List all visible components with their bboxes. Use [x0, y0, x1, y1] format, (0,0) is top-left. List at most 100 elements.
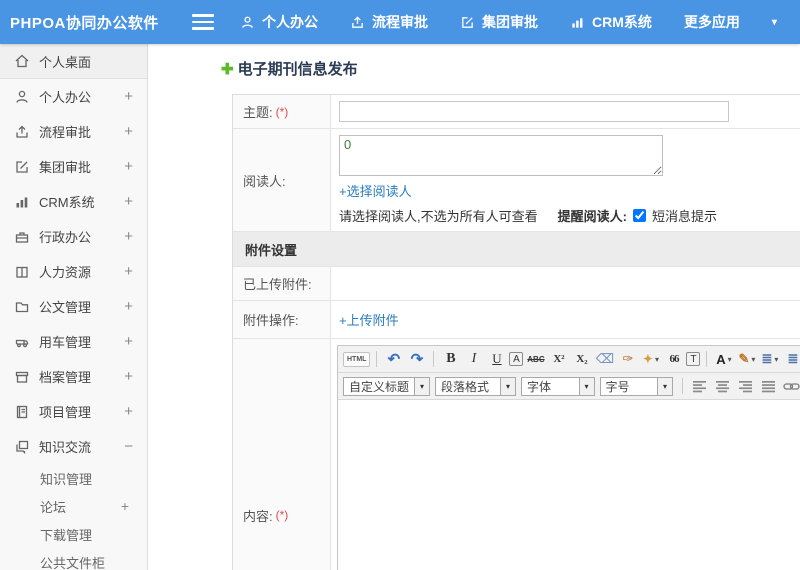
- paste-plain-button[interactable]: T: [686, 352, 701, 366]
- align-center-button[interactable]: [712, 376, 733, 396]
- uploaded-attachments-value: [331, 267, 800, 300]
- readers-hint: 请选择阅读人,不选为所有人可查看: [339, 209, 538, 224]
- sidebar-item-desktop[interactable]: 个人桌面: [0, 44, 147, 79]
- chevron-down-icon: ▾: [578, 377, 594, 395]
- toolbar-separator: [706, 351, 708, 367]
- highlight-color-button[interactable]: ✎ ▾: [736, 349, 757, 369]
- top-nav: 个人办公 流程审批 集团审批 CRM系统 更多应用 ▾: [240, 12, 777, 32]
- select-readers-link[interactable]: +选择阅读人: [339, 184, 412, 199]
- font-style-button[interactable]: A: [509, 352, 524, 366]
- superscript-button[interactable]: X²: [548, 349, 569, 369]
- folder-icon: [14, 299, 30, 315]
- nav-personal-office[interactable]: 个人办公: [240, 12, 318, 32]
- plus-icon: ✚: [221, 60, 234, 78]
- expand-icon[interactable]: +: [124, 88, 133, 105]
- unordered-list-button[interactable]: ≣: [782, 349, 800, 369]
- sms-remind-checkbox[interactable]: [632, 209, 646, 222]
- auto-typeset-button[interactable]: ✦ ▾: [640, 349, 661, 369]
- ordered-list-button[interactable]: ≣ ▾: [759, 349, 780, 369]
- sidebar-item-project-mgmt[interactable]: 项目管理 +: [0, 394, 147, 429]
- chevron-down-icon: ▾: [654, 354, 659, 364]
- sidebar-item-document-mgmt[interactable]: 公文管理 +: [0, 289, 147, 324]
- remove-format-button[interactable]: ⌫: [594, 349, 615, 369]
- sidebar-item-workflow-approval[interactable]: 流程审批 +: [0, 114, 147, 149]
- remind-readers-label: 提醒阅读人:: [557, 209, 627, 224]
- font-size-select[interactable]: 字号 ▾: [599, 376, 673, 396]
- upload-attachment-link[interactable]: +上传附件: [339, 310, 800, 329]
- strikethrough-button[interactable]: ABC: [525, 349, 546, 369]
- font-family-select[interactable]: 字体 ▾: [521, 376, 595, 396]
- chevron-down-icon: ▾: [751, 354, 756, 364]
- share-icon: [350, 15, 365, 30]
- chevron-down-icon: ▾: [414, 377, 430, 395]
- redo-button[interactable]: ↷: [406, 349, 427, 369]
- menu-toggle-icon[interactable]: [192, 14, 214, 30]
- uploaded-attachments-label: 已上传附件:: [233, 267, 331, 300]
- bar-chart-icon: [570, 15, 585, 30]
- car-icon: [14, 334, 30, 350]
- content-label: 内容: (*): [233, 339, 331, 570]
- top-header: PHPOA协同办公软件 个人办公 流程审批 集团审批 CRM系统 更多应用 ▾: [0, 0, 800, 44]
- nav-more-apps[interactable]: 更多应用: [684, 12, 740, 32]
- chevron-down-icon: ▾: [500, 377, 516, 395]
- toolbar-separator: [433, 351, 435, 367]
- uploaded-attachments-row: 已上传附件:: [233, 267, 800, 301]
- editor-content-area[interactable]: [338, 400, 800, 570]
- insert-link-button[interactable]: [781, 376, 800, 396]
- undo-button[interactable]: ↶: [383, 349, 404, 369]
- briefcase-icon: [14, 229, 30, 245]
- toolbar-separator: [376, 351, 378, 367]
- expand-icon[interactable]: +: [124, 368, 133, 385]
- home-icon: [14, 53, 30, 69]
- subject-input[interactable]: [339, 101, 729, 122]
- nav-crm[interactable]: CRM系统: [570, 12, 652, 32]
- bold-button[interactable]: B: [440, 349, 461, 369]
- expand-icon[interactable]: +: [124, 123, 133, 140]
- blockquote-button[interactable]: 66: [663, 349, 684, 369]
- sidebar-item-group-approval[interactable]: 集团审批 +: [0, 149, 147, 184]
- expand-icon[interactable]: +: [121, 498, 129, 514]
- expand-icon[interactable]: +: [124, 333, 133, 350]
- subscript-button[interactable]: X₂: [571, 349, 592, 369]
- sidebar-item-personal-office[interactable]: 个人办公 +: [0, 79, 147, 114]
- font-color-button[interactable]: A ▾: [713, 349, 734, 369]
- nav-group-approval[interactable]: 集团审批: [460, 12, 538, 32]
- align-justify-button[interactable]: [758, 376, 779, 396]
- align-left-button[interactable]: [689, 376, 710, 396]
- app-logo: PHPOA协同办公软件: [10, 14, 159, 32]
- italic-button[interactable]: I: [463, 349, 484, 369]
- sidebar-subitem-download-mgmt[interactable]: 下载管理: [0, 520, 147, 548]
- source-code-button[interactable]: HTML: [343, 351, 371, 367]
- expand-icon[interactable]: +: [124, 403, 133, 420]
- expand-icon[interactable]: +: [124, 298, 133, 315]
- sidebar-item-admin-office[interactable]: 行政办公 +: [0, 219, 147, 254]
- more-apps-caret[interactable]: ▾: [772, 17, 777, 28]
- sidebar-item-archive-mgmt[interactable]: 档案管理 +: [0, 359, 147, 394]
- sidebar-subitem-public-cabinet[interactable]: 公共文件柜: [0, 548, 147, 570]
- readers-row: 阅读人: 0 +选择阅读人 请选择阅读人,不选为所有人可查看 提醒阅读人: 短消…: [233, 129, 800, 232]
- sidebar-item-crm[interactable]: CRM系统 +: [0, 184, 147, 219]
- sidebar-subitem-knowledge-mgmt[interactable]: 知识管理: [0, 464, 147, 492]
- align-right-button[interactable]: [735, 376, 756, 396]
- expand-icon[interactable]: +: [124, 228, 133, 245]
- expand-icon[interactable]: +: [124, 263, 133, 280]
- nav-workflow-approval[interactable]: 流程审批: [350, 12, 428, 32]
- sidebar-item-knowledge-exchange[interactable]: 知识交流 −: [0, 429, 147, 464]
- edit-icon: [14, 159, 30, 175]
- format-brush-button[interactable]: ✑: [617, 349, 638, 369]
- sidebar-subitem-forum[interactable]: 论坛 +: [0, 492, 147, 520]
- expand-icon[interactable]: +: [124, 193, 133, 210]
- attachment-actions-row: 附件操作: +上传附件: [233, 301, 800, 339]
- paragraph-format-select[interactable]: 段落格式 ▾: [435, 376, 517, 396]
- user-icon: [14, 89, 30, 105]
- sidebar-item-hr[interactable]: 人力资源 +: [0, 254, 147, 289]
- sidebar-item-vehicle-mgmt[interactable]: 用车管理 +: [0, 324, 147, 359]
- custom-heading-select[interactable]: 自定义标题 ▾: [343, 376, 431, 396]
- collapse-icon[interactable]: −: [124, 438, 133, 455]
- rich-text-editor: HTML ↶ ↷ B I U A ABC X² X₂ ⌫ ✑ ✦ ▾ 66 T …: [337, 345, 800, 570]
- content-row: 内容: (*) HTML ↶ ↷ B I U A ABC X² X₂ ⌫ ✑ ✦…: [233, 339, 800, 570]
- readers-textarea[interactable]: 0: [339, 135, 663, 176]
- readers-label: 阅读人:: [233, 129, 331, 231]
- expand-icon[interactable]: +: [124, 158, 133, 175]
- underline-button[interactable]: U: [486, 349, 507, 369]
